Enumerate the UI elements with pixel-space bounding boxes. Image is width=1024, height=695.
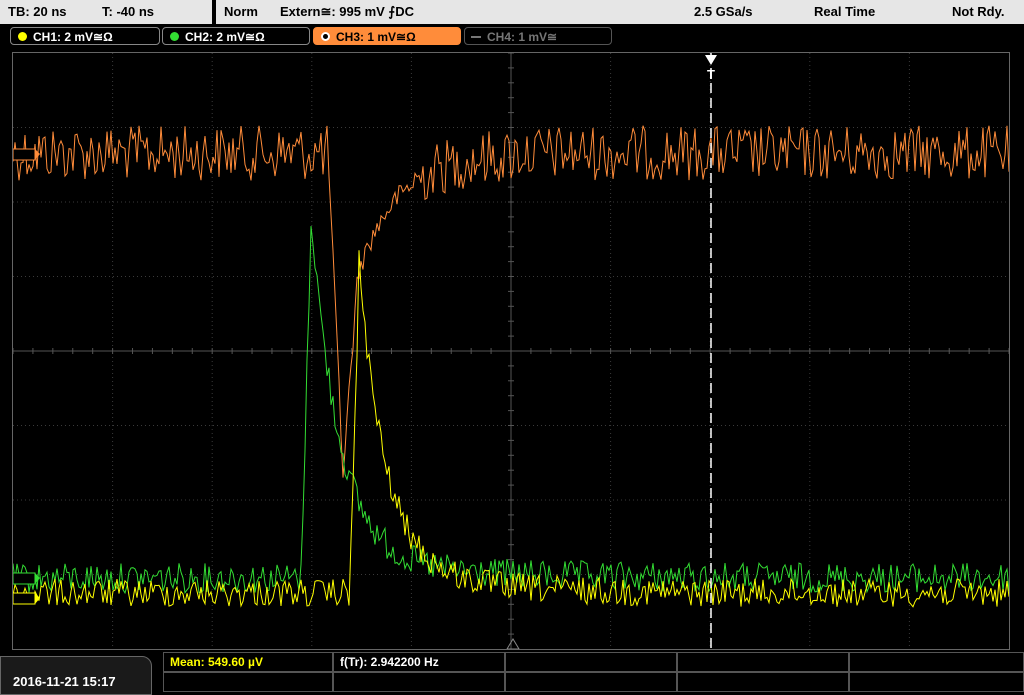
trigger-marker-icon (705, 55, 717, 65)
measurement-slot-9 (677, 672, 849, 692)
acquisition-mode-label: Real Time (814, 4, 876, 19)
ch2-level-marker-icon (13, 572, 40, 585)
ch4-tab[interactable]: CH4: 1 mV≅ (464, 27, 612, 45)
timebase-panel[interactable]: TB: 20 ns T: -40 ns (0, 0, 212, 24)
waveform-display[interactable]: T (12, 52, 1010, 650)
waveform-svg: T (13, 53, 1009, 649)
measurement-slot-10 (849, 672, 1024, 692)
measurement-slot-3 (505, 652, 677, 672)
ch1-indicator-icon (18, 32, 27, 41)
sample-rate-label: 2.5 GSa/s (694, 4, 753, 19)
measurement-slot-8 (505, 672, 677, 692)
ch1-label: CH1: 2 mV≅Ω (33, 30, 113, 44)
ch3-indicator-icon (321, 32, 330, 41)
measurement-slot-4 (677, 652, 849, 672)
measurement-table[interactable]: Mean: 549.60 µV f(Tr): 2.942200 Hz (163, 652, 1024, 695)
channel-bar: CH1: 2 mV≅Ω CH2: 2 mV≅Ω CH3: 1 mV≅Ω CH4:… (0, 24, 1024, 50)
measurement-slot-7 (333, 672, 505, 692)
ch2-label: CH2: 2 mV≅Ω (185, 30, 265, 44)
ch3-tab[interactable]: CH3: 1 mV≅Ω (313, 27, 461, 45)
status-label: Not Rdy. (952, 4, 1005, 19)
measurement-mean: Mean: 549.60 µV (163, 652, 333, 672)
trigger-mode-label: Norm (224, 4, 258, 19)
ch4-off-icon (471, 36, 481, 38)
ch3-label: CH3: 1 mV≅Ω (336, 30, 416, 44)
trigger-offset-label: T: -40 ns (102, 4, 155, 19)
measurement-slot-5 (849, 652, 1024, 672)
ch1-level-marker-icon (13, 592, 40, 605)
ch2-indicator-icon (170, 32, 179, 41)
trigger-marker-label: T (707, 67, 715, 82)
timebase-label: TB: 20 ns (8, 4, 67, 19)
trigger-source-label: Extern≅: 995 mV ⨍DC (280, 4, 414, 19)
ch2-tab[interactable]: CH2: 2 mV≅Ω (162, 27, 310, 45)
ch3-level-marker-icon (13, 148, 40, 161)
measurement-frequency: f(Tr): 2.942200 Hz (333, 652, 505, 672)
ch4-label: CH4: 1 mV≅ (487, 30, 558, 44)
ch1-tab[interactable]: CH1: 2 mV≅Ω (10, 27, 160, 45)
measurement-slot-6 (163, 672, 333, 692)
trigger-panel[interactable]: Norm Extern≅: 995 mV ⨍DC 2.5 GSa/s Real … (216, 0, 1024, 24)
datetime-panel: 2016-11-21 15:17 (0, 656, 152, 695)
time-reference-icon (506, 638, 520, 649)
datetime-label: 2016-11-21 15:17 (13, 674, 116, 689)
